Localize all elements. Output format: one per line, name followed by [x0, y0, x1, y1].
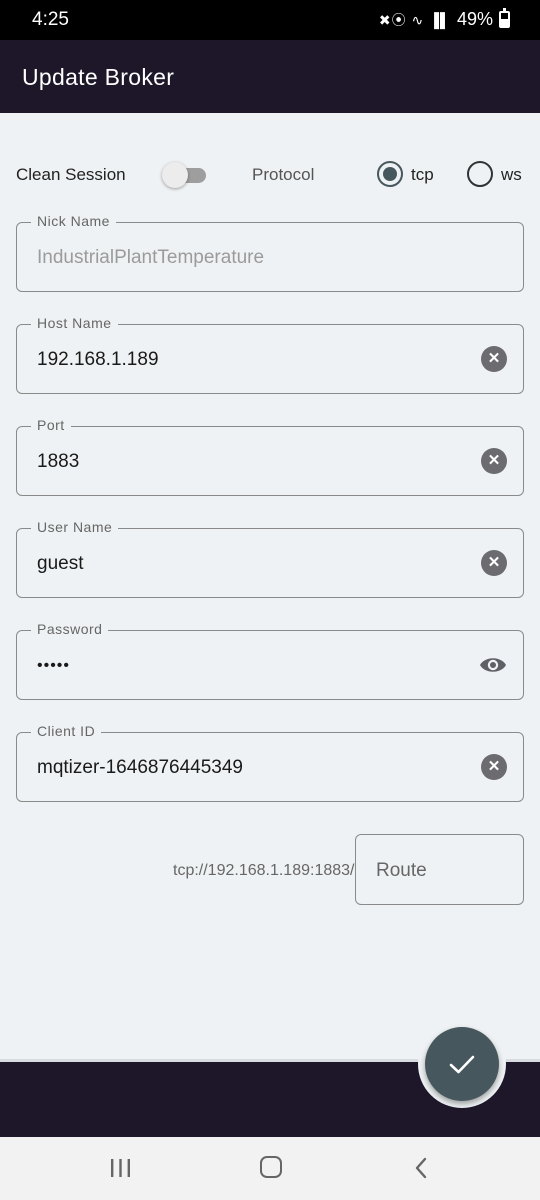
system-nav-bar: [0, 1137, 540, 1200]
signal-icon: ✖⦿ ∿ ▐▌: [378, 11, 451, 28]
home-icon[interactable]: [260, 1156, 282, 1178]
eye-icon[interactable]: [479, 654, 507, 676]
user-name-input[interactable]: guest: [37, 553, 83, 575]
app-bar: Update Broker: [0, 40, 540, 113]
options-row: Clean Session Protocol tcp ws: [0, 150, 540, 200]
route-prefix: tcp://192.168.1.189:1883/: [173, 862, 355, 879]
host-name-label: Host Name: [31, 315, 118, 331]
nick-name-input[interactable]: IndustrialPlantTemperature: [37, 247, 264, 269]
radio-ws-label[interactable]: ws: [501, 165, 522, 185]
password-field[interactable]: Password •••••: [16, 621, 524, 700]
port-field[interactable]: Port 1883 ✕: [16, 417, 524, 496]
status-time: 4:25: [32, 9, 69, 30]
save-button[interactable]: [425, 1027, 499, 1101]
client-id-field[interactable]: Client ID mqtizer-1646876445349 ✕: [16, 723, 524, 802]
battery-icon: [499, 8, 510, 28]
clean-session-label: Clean Session: [16, 165, 126, 184]
clear-icon[interactable]: ✕: [481, 754, 507, 780]
client-id-label: Client ID: [31, 723, 102, 739]
battery-percent: 49%: [456, 9, 493, 29]
host-name-input[interactable]: 192.168.1.189: [37, 349, 159, 371]
recent-apps-icon[interactable]: [110, 1159, 131, 1177]
clear-icon[interactable]: ✕: [481, 550, 507, 576]
user-name-field[interactable]: User Name guest ✕: [16, 519, 524, 598]
user-name-label: User Name: [31, 519, 119, 535]
radio-tcp-label[interactable]: tcp: [411, 165, 434, 185]
radio-ws[interactable]: [467, 161, 493, 187]
nick-name-label: Nick Name: [31, 213, 116, 229]
clean-session-switch[interactable]: [162, 162, 206, 188]
switch-thumb: [162, 162, 188, 188]
radio-tcp[interactable]: [377, 161, 403, 187]
clear-icon[interactable]: ✕: [481, 448, 507, 474]
host-name-field[interactable]: Host Name 192.168.1.189 ✕: [16, 315, 524, 394]
protocol-label: Protocol: [252, 165, 315, 184]
route-row: tcp://192.168.1.189:1883/ Route: [0, 834, 540, 906]
status-bar: 4:25 ✖⦿ ∿ ▐▌ 49%: [0, 0, 540, 40]
page-title: Update Broker: [22, 64, 175, 90]
port-input[interactable]: 1883: [37, 451, 79, 473]
route-placeholder: Route: [376, 860, 427, 881]
nick-name-field[interactable]: Nick Name IndustrialPlantTemperature: [16, 213, 524, 292]
client-id-input[interactable]: mqtizer-1646876445349: [37, 757, 243, 779]
clear-icon[interactable]: ✕: [481, 346, 507, 372]
route-input[interactable]: Route: [355, 834, 524, 905]
back-icon[interactable]: [413, 1157, 429, 1179]
port-label: Port: [31, 417, 71, 433]
password-label: Password: [31, 621, 109, 637]
check-icon: [449, 1055, 475, 1074]
password-input[interactable]: •••••: [37, 657, 70, 675]
status-icons: ✖⦿ ∿ ▐▌ 49%: [378, 8, 510, 30]
